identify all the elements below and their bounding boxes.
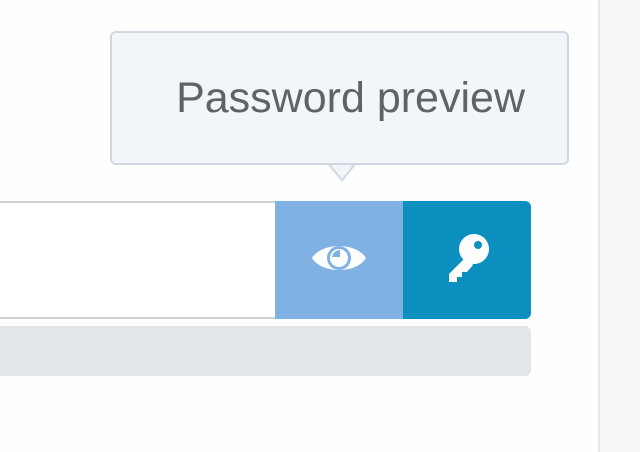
password-strength-meter (0, 326, 531, 376)
tooltip-text: Password preview (176, 73, 525, 122)
password-field-wrapper (0, 201, 276, 319)
eye-icon (310, 239, 368, 282)
generate-password-button[interactable] (403, 201, 531, 319)
key-icon (441, 232, 493, 289)
password-preview-button[interactable] (275, 201, 403, 319)
panel-edge (598, 0, 640, 452)
password-input[interactable] (0, 203, 276, 317)
password-preview-tooltip: Password preview (110, 31, 569, 165)
